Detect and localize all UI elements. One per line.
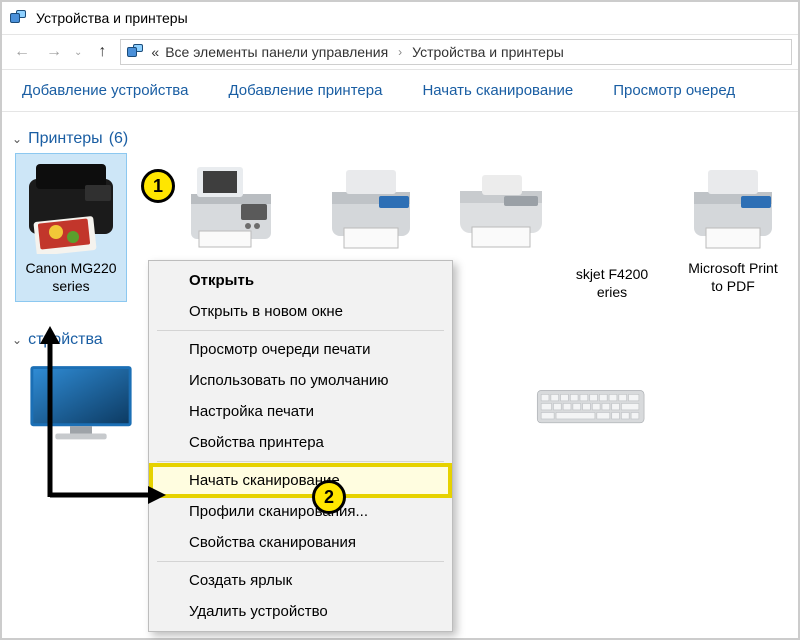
history-chevron-icon[interactable]: ⌄ <box>72 47 84 58</box>
menu-scan-props[interactable]: Свойства сканирования <box>151 527 450 558</box>
menu-print-settings[interactable]: Настройка печати <box>151 396 450 427</box>
chevron-right-icon: › <box>394 45 406 59</box>
menu-separator <box>157 461 444 462</box>
menu-delete-device[interactable]: Удалить устройство <box>151 596 450 627</box>
context-menu: Открыть Открыть в новом окне Просмотр оч… <box>148 260 453 632</box>
printer-icon <box>678 154 788 254</box>
device-ms-print-pdf[interactable]: Microsoft Print to PDF <box>678 154 788 301</box>
add-printer-button[interactable]: Добавление принтера <box>228 82 382 99</box>
device-keyboard[interactable] <box>526 357 656 457</box>
annotation-badge-2: 2 <box>312 480 346 514</box>
back-button[interactable]: ← <box>8 38 36 66</box>
device-label: Canon MG220 series <box>25 260 116 295</box>
menu-start-scan[interactable]: Начать сканирование <box>151 465 450 496</box>
breadcrumb-segment[interactable]: Все элементы панели управления <box>165 44 388 60</box>
address-bar[interactable]: « Все элементы панели управления › Устро… <box>120 39 792 65</box>
devices-printers-icon <box>127 44 145 60</box>
group-label: Принтеры <box>28 130 103 148</box>
menu-set-default[interactable]: Использовать по умолчанию <box>151 365 450 396</box>
menu-separator <box>157 561 444 562</box>
group-count: (6) <box>109 130 129 148</box>
printer-icon <box>446 154 556 254</box>
menu-separator <box>157 330 444 331</box>
device-canon-mg220[interactable]: Canon MG220 series <box>16 154 126 301</box>
menu-view-queue[interactable]: Просмотр очереди печати <box>151 334 450 365</box>
start-scan-button[interactable]: Начать сканирование <box>422 82 573 99</box>
up-button[interactable]: ↑ <box>88 38 116 66</box>
add-device-button[interactable]: Добавление устройства <box>22 82 188 99</box>
annotation-badge-1: 1 <box>141 169 175 203</box>
breadcrumb-segment[interactable]: Устройства и принтеры <box>412 44 564 60</box>
nav-bar: ← → ⌄ ↑ « Все элементы панели управления… <box>2 34 798 70</box>
forward-button[interactable]: → <box>40 38 68 66</box>
menu-open-new-window[interactable]: Открыть в новом окне <box>151 296 450 327</box>
group-header-printers[interactable]: ⌄ Принтеры (6) <box>12 130 788 148</box>
printer-icon <box>316 154 426 254</box>
title-bar: Устройства и принтеры <box>2 2 798 34</box>
fax-icon <box>176 154 286 254</box>
menu-open[interactable]: Открыть <box>151 265 450 296</box>
device-label: Microsoft Print to PDF <box>688 260 777 295</box>
menu-printer-props[interactable]: Свойства принтера <box>151 427 450 458</box>
annotation-arrow-2 <box>20 480 170 510</box>
view-queue-button[interactable]: Просмотр очеред <box>613 82 735 99</box>
chevron-down-icon: ⌄ <box>12 132 22 146</box>
device-deskjet-f4200[interactable]: skjet F4200 eries <box>558 166 666 301</box>
command-bar: Добавление устройства Добавление принтер… <box>2 70 798 112</box>
breadcrumb-prefix: « <box>151 44 159 60</box>
device-printer-generic-2[interactable] <box>446 154 556 301</box>
annotation-arrow-1 <box>20 322 68 502</box>
window-title: Устройства и принтеры <box>36 10 188 26</box>
menu-create-shortcut[interactable]: Создать ярлык <box>151 565 450 596</box>
device-label: skjet F4200 eries <box>576 266 648 301</box>
printer-icon <box>16 154 126 254</box>
devices-printers-icon <box>10 10 28 26</box>
menu-scan-profiles[interactable]: Профили сканирования... <box>151 496 450 527</box>
keyboard-icon <box>536 357 646 457</box>
